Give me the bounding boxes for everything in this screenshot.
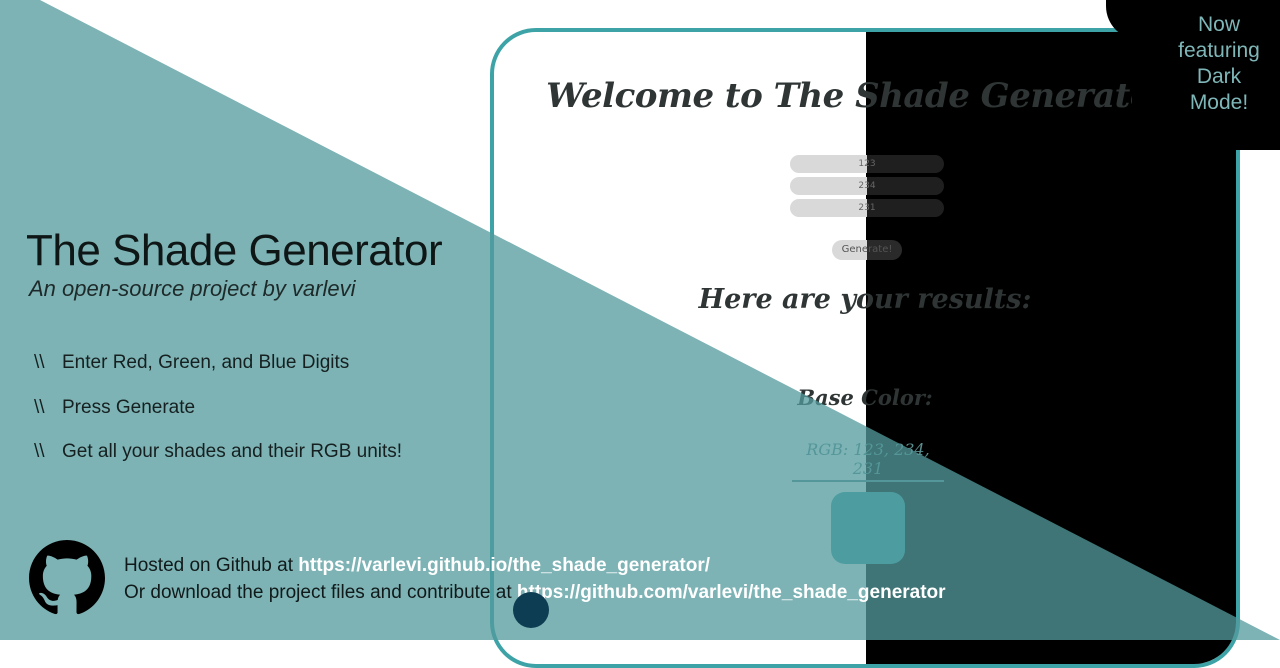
list-item: \\ Press Generate [34,397,402,442]
blue-input[interactable]: 231 [790,199,944,217]
step-marker: \\ [34,352,45,373]
download-prefix: Or download the project files and contri… [124,582,517,603]
step-marker: \\ [34,396,45,418]
generate-button[interactable]: Generate! [832,240,902,260]
dark-mode-badge: Now featuring Dark Mode! [1160,12,1278,116]
decorative-dot [513,592,549,628]
list-item: \\ Enter Red, Green, and Blue Digits [34,352,402,397]
badge-line: Mode! [1189,91,1249,114]
repo-url-link[interactable]: https://github.com/varlevi/the_shade_gen… [517,582,946,603]
list-item: \\ Get all your shades and their RGB unit… [34,441,402,486]
red-input[interactable]: 123 [790,155,944,173]
hosted-url-link[interactable]: https://varlevi.github.io/the_shade_gene… [298,555,710,576]
green-input[interactable]: 234 [790,177,944,195]
badge-line: Now [1197,13,1240,36]
step-marker: \\ [34,441,45,462]
step-text: Get all your shades and their RGB units! [62,441,403,462]
hosted-prefix: Hosted on Github at [124,555,299,576]
page-title: The Shade Generator [26,226,443,275]
welcome-heading: Welcome to The Shade Generator! [546,76,1184,116]
github-icon [29,540,105,615]
page-subtitle: An open-source project by varlevi [29,276,356,301]
hosted-line: Hosted on Github at https://varlevi.gith… [124,552,946,579]
steps-list: \\ Enter Red, Green, and Blue Digits \\ Pr… [34,352,402,486]
step-text: Enter Red, Green, and Blue Digits [62,352,350,373]
badge-line: featuring [1178,39,1260,62]
step-text: Press Generate [62,396,196,418]
badge-line: Dark [1196,65,1242,88]
